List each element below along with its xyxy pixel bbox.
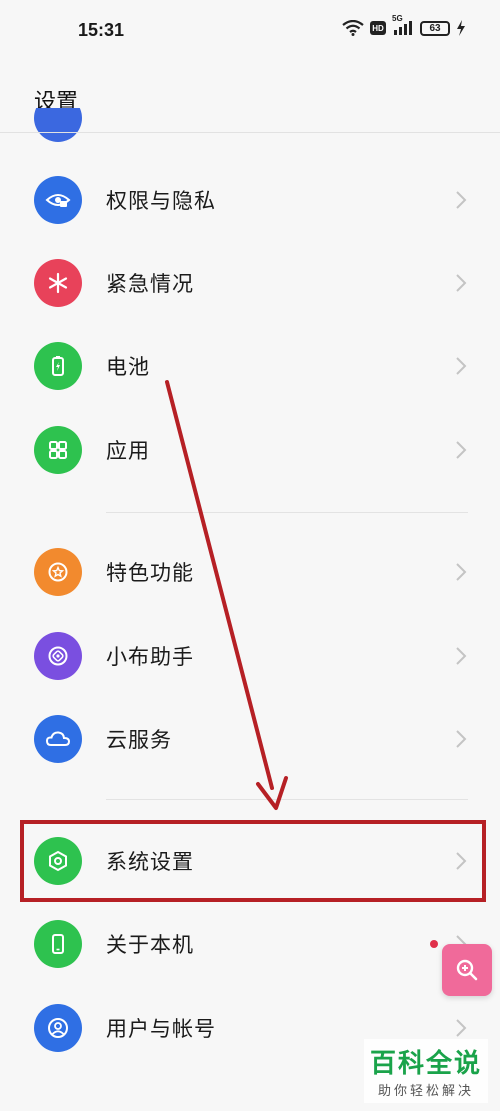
phone-icon: [34, 920, 82, 968]
eye-lock-icon: [34, 176, 82, 224]
status-time: 15:31: [78, 20, 125, 40]
settings-item-about[interactable]: 关于本机: [0, 903, 500, 985]
title-divider: [0, 132, 500, 133]
settings-item-label: 电池: [106, 355, 150, 379]
battery-level: 63: [429, 22, 441, 34]
group-divider: [106, 512, 468, 513]
notification-dot: [430, 940, 438, 948]
watermark-subtitle: 助你轻松解决: [377, 1084, 474, 1099]
status-bar: 15:31 HD 5G 63: [0, 0, 500, 64]
zoom-in-icon: [456, 959, 478, 981]
asterisk-icon: [34, 259, 82, 307]
settings-item-label: 应用: [106, 439, 150, 463]
watermark-title: 百科全说: [369, 1049, 482, 1079]
signal-icon: 5G: [392, 14, 414, 36]
chevron-right-icon: [456, 563, 467, 581]
charging-icon: [456, 20, 466, 36]
settings-item-label: 关于本机: [106, 933, 194, 957]
watermark: 百科全说 助你轻松解决: [363, 1039, 488, 1103]
chevron-right-icon: [456, 274, 467, 292]
status-icons: HD 5G 63: [342, 14, 466, 36]
wifi-icon: [342, 20, 364, 36]
settings-item-label: 紧急情况: [106, 272, 194, 296]
settings-item-privacy[interactable]: 权限与隐私: [0, 159, 500, 241]
user-icon: [34, 1004, 82, 1052]
chevron-right-icon: [456, 357, 467, 375]
settings-item-cloud[interactable]: 云服务: [0, 698, 500, 780]
settings-item-emergency[interactable]: 紧急情况: [0, 242, 500, 324]
chevron-right-icon: [456, 191, 467, 209]
apps-grid-icon: [34, 426, 82, 474]
star-icon: [34, 548, 82, 596]
settings-item-battery[interactable]: 电池: [0, 325, 500, 407]
hd-badge: HD: [370, 21, 386, 35]
partial-scrolled-icon: [34, 108, 82, 142]
settings-item-label: 小布助手: [106, 645, 194, 669]
floating-zoom-button[interactable]: [442, 944, 492, 996]
settings-item-label: 特色功能: [106, 561, 194, 585]
settings-item-assistant[interactable]: 小布助手: [0, 615, 500, 697]
settings-item-apps[interactable]: 应用: [0, 409, 500, 491]
settings-item-label: 云服务: [106, 728, 172, 752]
chevron-right-icon: [456, 730, 467, 748]
battery-indicator: 63: [420, 20, 450, 36]
group-divider: [106, 799, 468, 800]
highlight-box: [20, 820, 486, 902]
settings-item-label: 权限与隐私: [106, 189, 216, 213]
chevron-right-icon: [456, 441, 467, 459]
chevron-right-icon: [456, 1019, 467, 1037]
chevron-right-icon: [456, 647, 467, 665]
battery-icon: [34, 342, 82, 390]
cloud-icon: [34, 715, 82, 763]
network-type: 5G: [392, 14, 403, 23]
settings-item-features[interactable]: 特色功能: [0, 531, 500, 613]
assistant-icon: [34, 632, 82, 680]
settings-item-label: 用户与帐号: [106, 1017, 216, 1041]
